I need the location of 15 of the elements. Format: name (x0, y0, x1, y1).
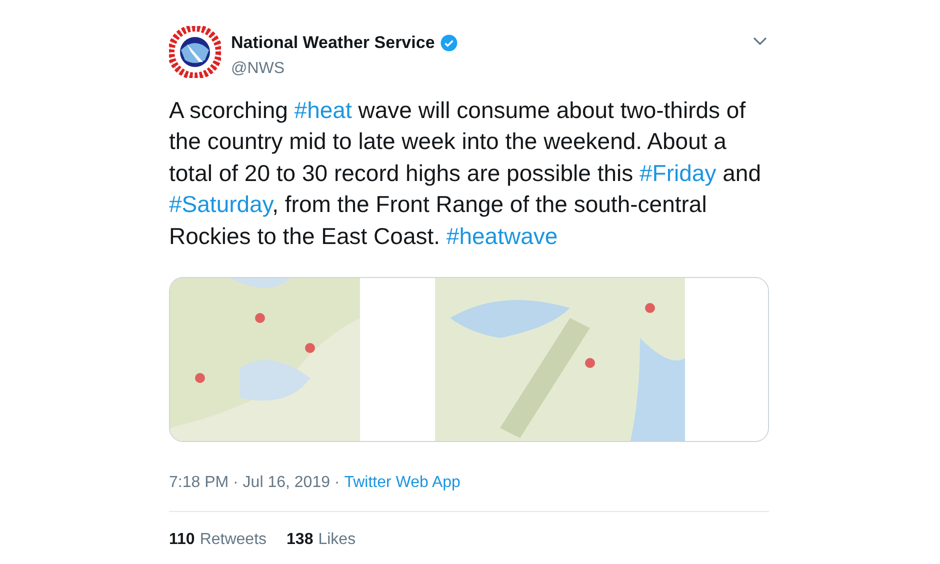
chevron-down-icon[interactable] (753, 37, 767, 46)
stat-label[interactable]: Likes (318, 528, 356, 552)
tweet-text: A scorching #heat wave will consume about two-thirds of the country mid to late week into the weekend. About a total of 20 to 30 record highs are possible this #Friday and #Saturday, from the Front Range of the south-central Rockies to the East Coast. #heatwave (169, 96, 762, 250)
author-name[interactable]: National Weather Service (231, 30, 435, 56)
logo-icon (169, 26, 221, 78)
hashtag-link[interactable]: #Friday (640, 160, 716, 186)
hashtag-link[interactable]: #heatwave (446, 222, 558, 248)
hashtag-link[interactable]: #heat (294, 96, 352, 122)
hashtag-link[interactable]: #Saturday (169, 191, 272, 217)
stat-count[interactable]: 138 (286, 528, 314, 552)
stat-count[interactable]: 110 (169, 528, 195, 552)
tweet-timestamp[interactable]: 7:18 PM · Jul 16, 2019 · (169, 471, 344, 495)
source-link[interactable]: Twitter Web App (344, 471, 460, 495)
author-handle[interactable]: @NWS (231, 56, 458, 80)
stat-label[interactable]: Retweets (200, 528, 267, 552)
